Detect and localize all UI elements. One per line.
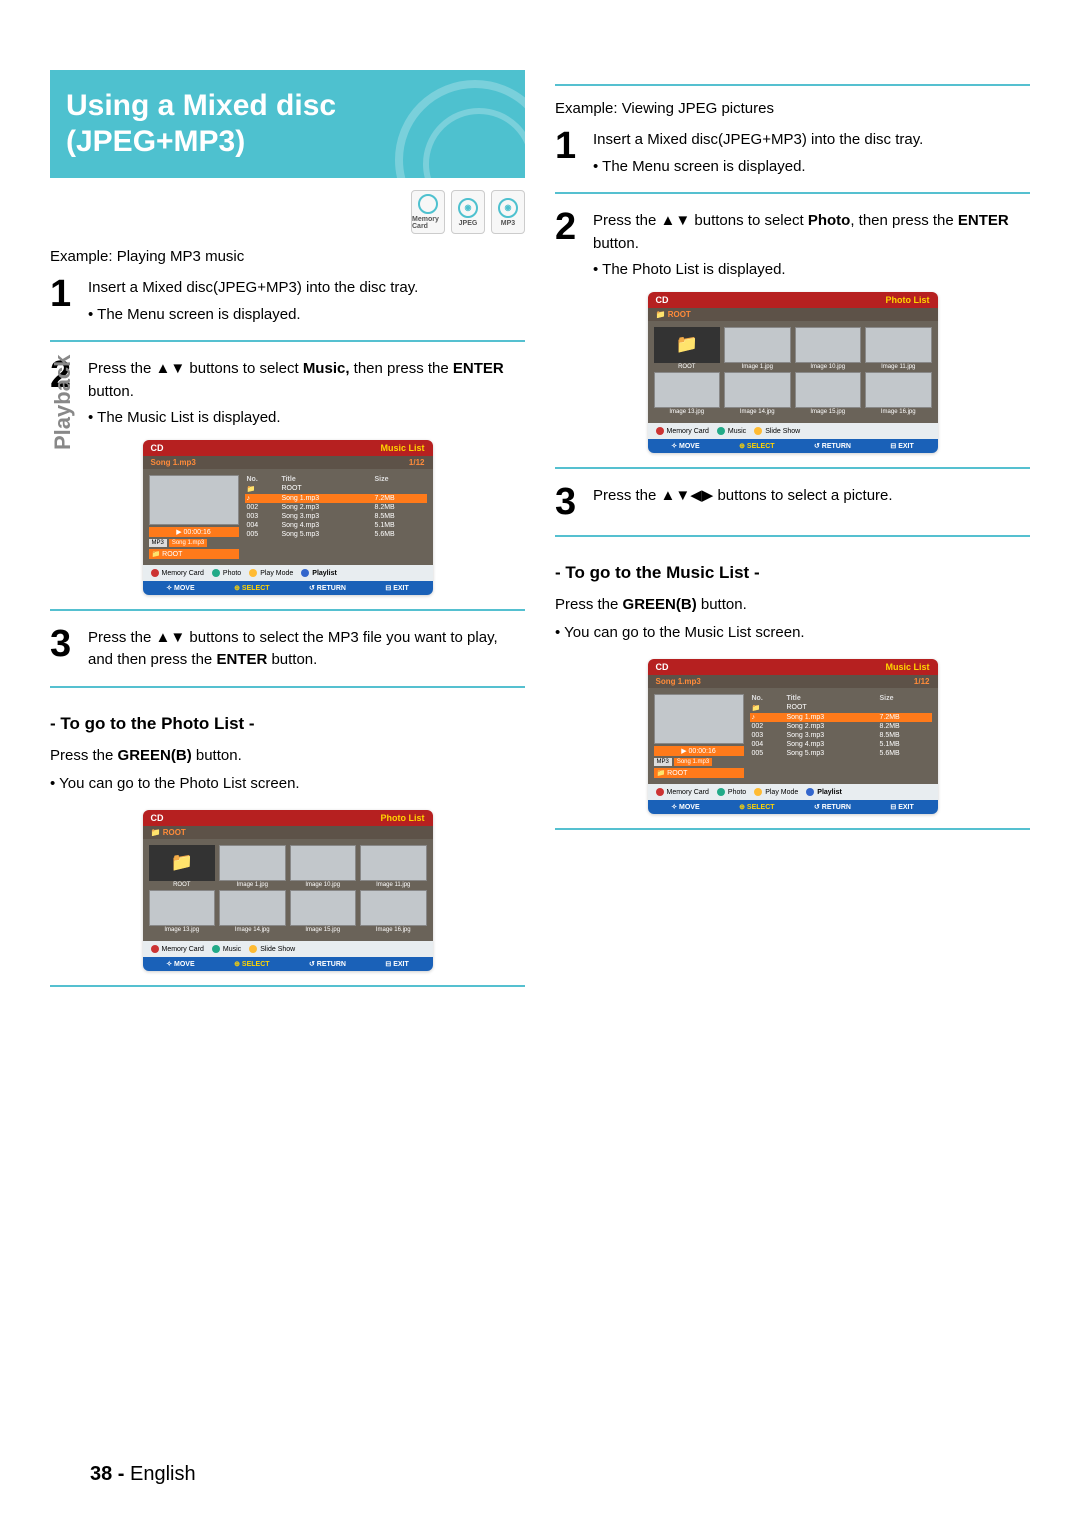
right-column: Example: Viewing JPEG pictures 1 Insert … [555, 70, 1030, 1001]
photo-list-osd: CDPhoto List 📁 ROOT ROOT Image 1.jpg Ima… [648, 292, 938, 453]
divider [50, 609, 525, 611]
example-heading: Example: Viewing JPEG pictures [555, 100, 1030, 117]
two-column-layout: Using a Mixed disc (JPEG+MP3) Memory Car… [50, 70, 1030, 1001]
section-tab: Playback [50, 355, 76, 450]
step-3: 3 Press the ▲▼ buttons to select the MP3… [50, 625, 525, 672]
sub-heading: - To go to the Photo List - [50, 714, 525, 734]
page-title: Using a Mixed disc (JPEG+MP3) [50, 70, 525, 178]
page-number: 38 - [90, 1463, 124, 1485]
preview-thumbnail [149, 475, 239, 525]
updown-arrows-icon: ▲▼ [156, 629, 186, 646]
step-number: 1 [555, 127, 583, 178]
step-text: Press the ▲▼ buttons to select the MP3 f… [88, 625, 525, 672]
divider [50, 686, 525, 688]
step-text: Insert a Mixed disc(JPEG+MP3) into the d… [88, 275, 525, 326]
step-text: Press the ▲▼ buttons to select Music, th… [88, 356, 525, 430]
language-label: English [130, 1463, 196, 1485]
divider [555, 535, 1030, 537]
music-list-osd: CDMusic List Song 1.mp31/12 ▶ 00:00:16 M… [648, 659, 938, 814]
divider [555, 828, 1030, 830]
photo-list-osd: CDPhoto List 📁 ROOT ROOT Image 1.jpg Ima… [143, 810, 433, 971]
step-2: 2 Press the ▲▼ buttons to select Music, … [50, 356, 525, 430]
title-text: Using a Mixed disc (JPEG+MP3) [66, 89, 336, 158]
sub-text: Press the GREEN(B) button. You can go to… [555, 593, 1030, 645]
media-icon-row: Memory Card ◉JPEG ◉MP3 [50, 190, 525, 234]
page-footer: 38 - English [90, 1463, 196, 1486]
step-number: 1 [50, 275, 78, 326]
direction-arrows-icon: ▲▼◀▶ [661, 487, 714, 504]
step-text: Insert a Mixed disc(JPEG+MP3) into the d… [593, 127, 1030, 178]
preview-thumbnail [654, 694, 744, 744]
sub-text: Press the GREEN(B) button. You can go to… [50, 744, 525, 796]
updown-arrows-icon: ▲▼ [156, 360, 186, 377]
divider [50, 340, 525, 342]
step-3: 3 Press the ▲▼◀▶ buttons to select a pic… [555, 483, 1030, 521]
left-column: Using a Mixed disc (JPEG+MP3) Memory Car… [50, 70, 525, 1001]
mp3-icon: ◉MP3 [491, 190, 525, 234]
step-number: 3 [50, 625, 78, 672]
step-1: 1 Insert a Mixed disc(JPEG+MP3) into the… [50, 275, 525, 326]
elapsed-time: ▶ 00:00:16 [654, 746, 744, 756]
music-list-osd: CDMusic List Song 1.mp31/12 ▶ 00:00:16 M… [143, 440, 433, 595]
step-text: Press the ▲▼◀▶ buttons to select a pictu… [593, 483, 1030, 521]
step-text: Press the ▲▼ buttons to select Photo, th… [593, 208, 1030, 282]
jpeg-icon: ◉JPEG [451, 190, 485, 234]
memory-card-icon: Memory Card [411, 190, 445, 234]
divider [555, 192, 1030, 194]
example-heading: Example: Playing MP3 music [50, 248, 525, 265]
step-2: 2 Press the ▲▼ buttons to select Photo, … [555, 208, 1030, 282]
step-number: 2 [555, 208, 583, 282]
title-decoration-icon [395, 80, 525, 178]
step-number: 3 [555, 483, 583, 521]
step-1: 1 Insert a Mixed disc(JPEG+MP3) into the… [555, 127, 1030, 178]
divider [555, 467, 1030, 469]
updown-arrows-icon: ▲▼ [661, 212, 691, 229]
sub-heading: - To go to the Music List - [555, 563, 1030, 583]
divider [50, 985, 525, 987]
elapsed-time: ▶ 00:00:16 [149, 527, 239, 537]
divider [555, 84, 1030, 86]
